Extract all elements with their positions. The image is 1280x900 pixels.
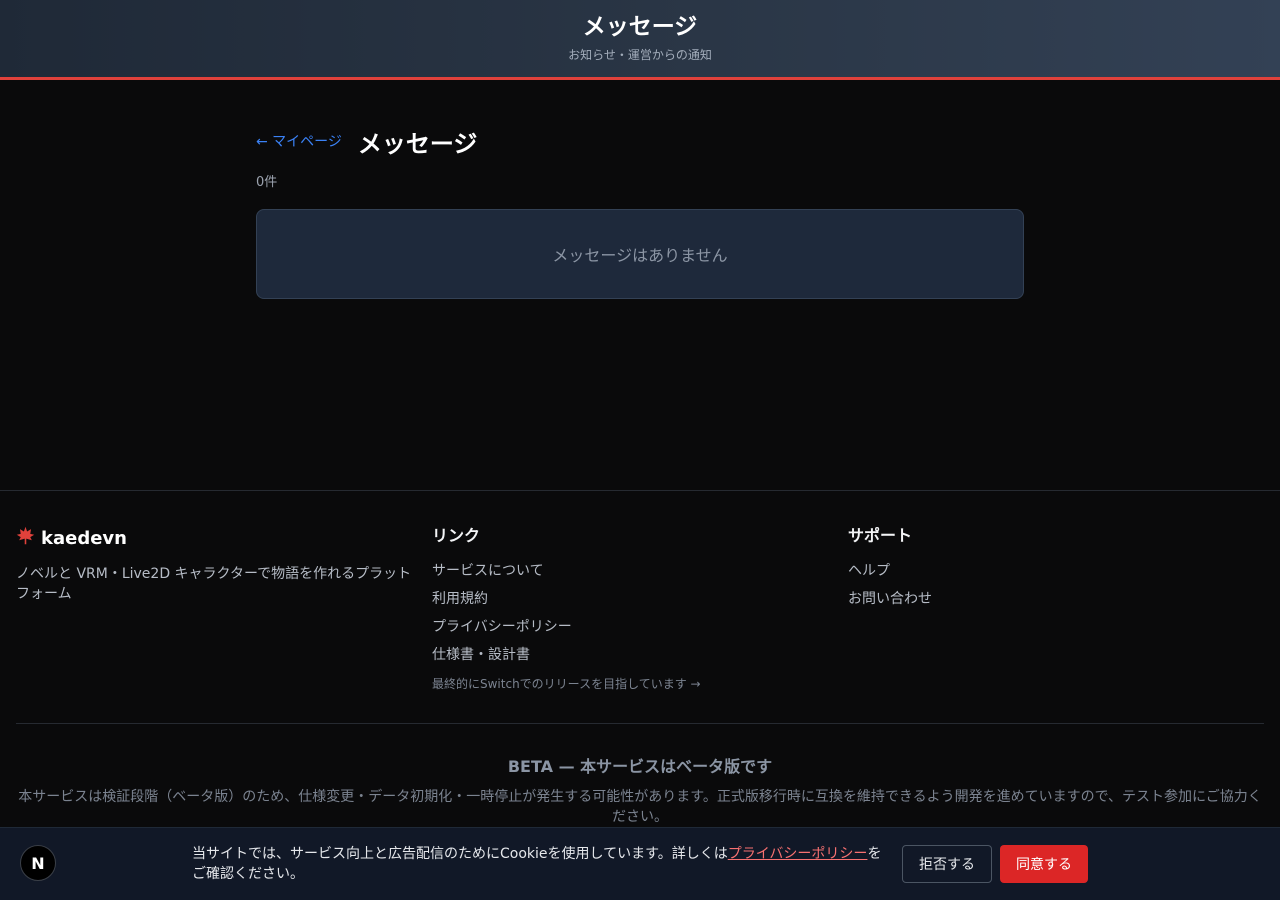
brand-name: kaedevn xyxy=(41,527,127,549)
cookie-banner: N 当サイトでは、サービス向上と広告配信のためにCookieを使用しています。詳… xyxy=(0,827,1280,900)
header-subtitle: お知らせ・運営からの通知 xyxy=(568,48,712,62)
page-title: メッセージ xyxy=(357,129,478,158)
footer-link-help[interactable]: ヘルプ xyxy=(848,561,1264,589)
footer-link-spec[interactable]: 仕様書・設計書 xyxy=(432,645,848,673)
beta-description: 本サービスは検証段階（ベータ版）のため、仕様変更・データ初期化・一時停止が発生す… xyxy=(18,789,1262,825)
cookie-text-before: 当サイトでは、サービス向上と広告配信のためにCookieを使用しています。詳しく… xyxy=(192,846,728,862)
page-header: メッセージ お知らせ・運営からの通知 xyxy=(0,0,1280,80)
privacy-policy-link[interactable]: プライバシーポリシー xyxy=(728,846,868,862)
main-content: ← マイページ メッセージ 0件 メッセージはありません xyxy=(256,80,1024,490)
footer-brand-column: kaedevn ノベルと VRM・Live2D キャラクターで物語を作れるプラッ… xyxy=(16,524,432,692)
cookie-notice-text: 当サイトでは、サービス向上と広告配信のためにCookieを使用しています。詳しく… xyxy=(192,844,892,884)
accept-cookies-button[interactable]: 同意する xyxy=(1000,845,1088,883)
site-footer: kaedevn ノベルと VRM・Live2D キャラクターで物語を作れるプラッ… xyxy=(0,490,1280,827)
switch-release-link[interactable]: 最終的にSwitchでのリリースを目指しています → xyxy=(432,675,848,692)
maple-leaf-icon xyxy=(16,526,35,550)
empty-message-text: メッセージはありません xyxy=(552,246,728,265)
footer-divider xyxy=(16,723,1264,724)
footer-link-terms[interactable]: 利用規約 xyxy=(432,589,848,617)
footer-link-about[interactable]: サービスについて xyxy=(432,561,848,589)
message-count: 0件 xyxy=(256,175,278,190)
brand-description: ノベルと VRM・Live2D キャラクターで物語を作れるプラットフォーム xyxy=(16,566,412,602)
footer-brand[interactable]: kaedevn xyxy=(16,524,432,552)
back-to-mypage-link[interactable]: ← マイページ xyxy=(256,131,342,151)
title-row: ← マイページ メッセージ xyxy=(256,123,1024,159)
links-heading: リンク xyxy=(432,526,481,545)
reject-cookies-button[interactable]: 拒否する xyxy=(902,845,992,883)
empty-message-box: メッセージはありません xyxy=(256,209,1024,299)
footer-link-privacy[interactable]: プライバシーポリシー xyxy=(432,617,848,645)
support-heading: サポート xyxy=(848,526,913,545)
beta-title: BETA — 本サービスはベータ版です xyxy=(507,757,773,776)
n-logo-icon[interactable]: N xyxy=(20,845,56,881)
footer-link-contact[interactable]: お問い合わせ xyxy=(848,589,1264,617)
header-title: メッセージ xyxy=(582,14,698,40)
footer-links-column: リンク サービスについて 利用規約 プライバシーポリシー 仕様書・設計書 最終的… xyxy=(432,524,848,692)
footer-support-column: サポート ヘルプ お問い合わせ xyxy=(848,524,1264,692)
